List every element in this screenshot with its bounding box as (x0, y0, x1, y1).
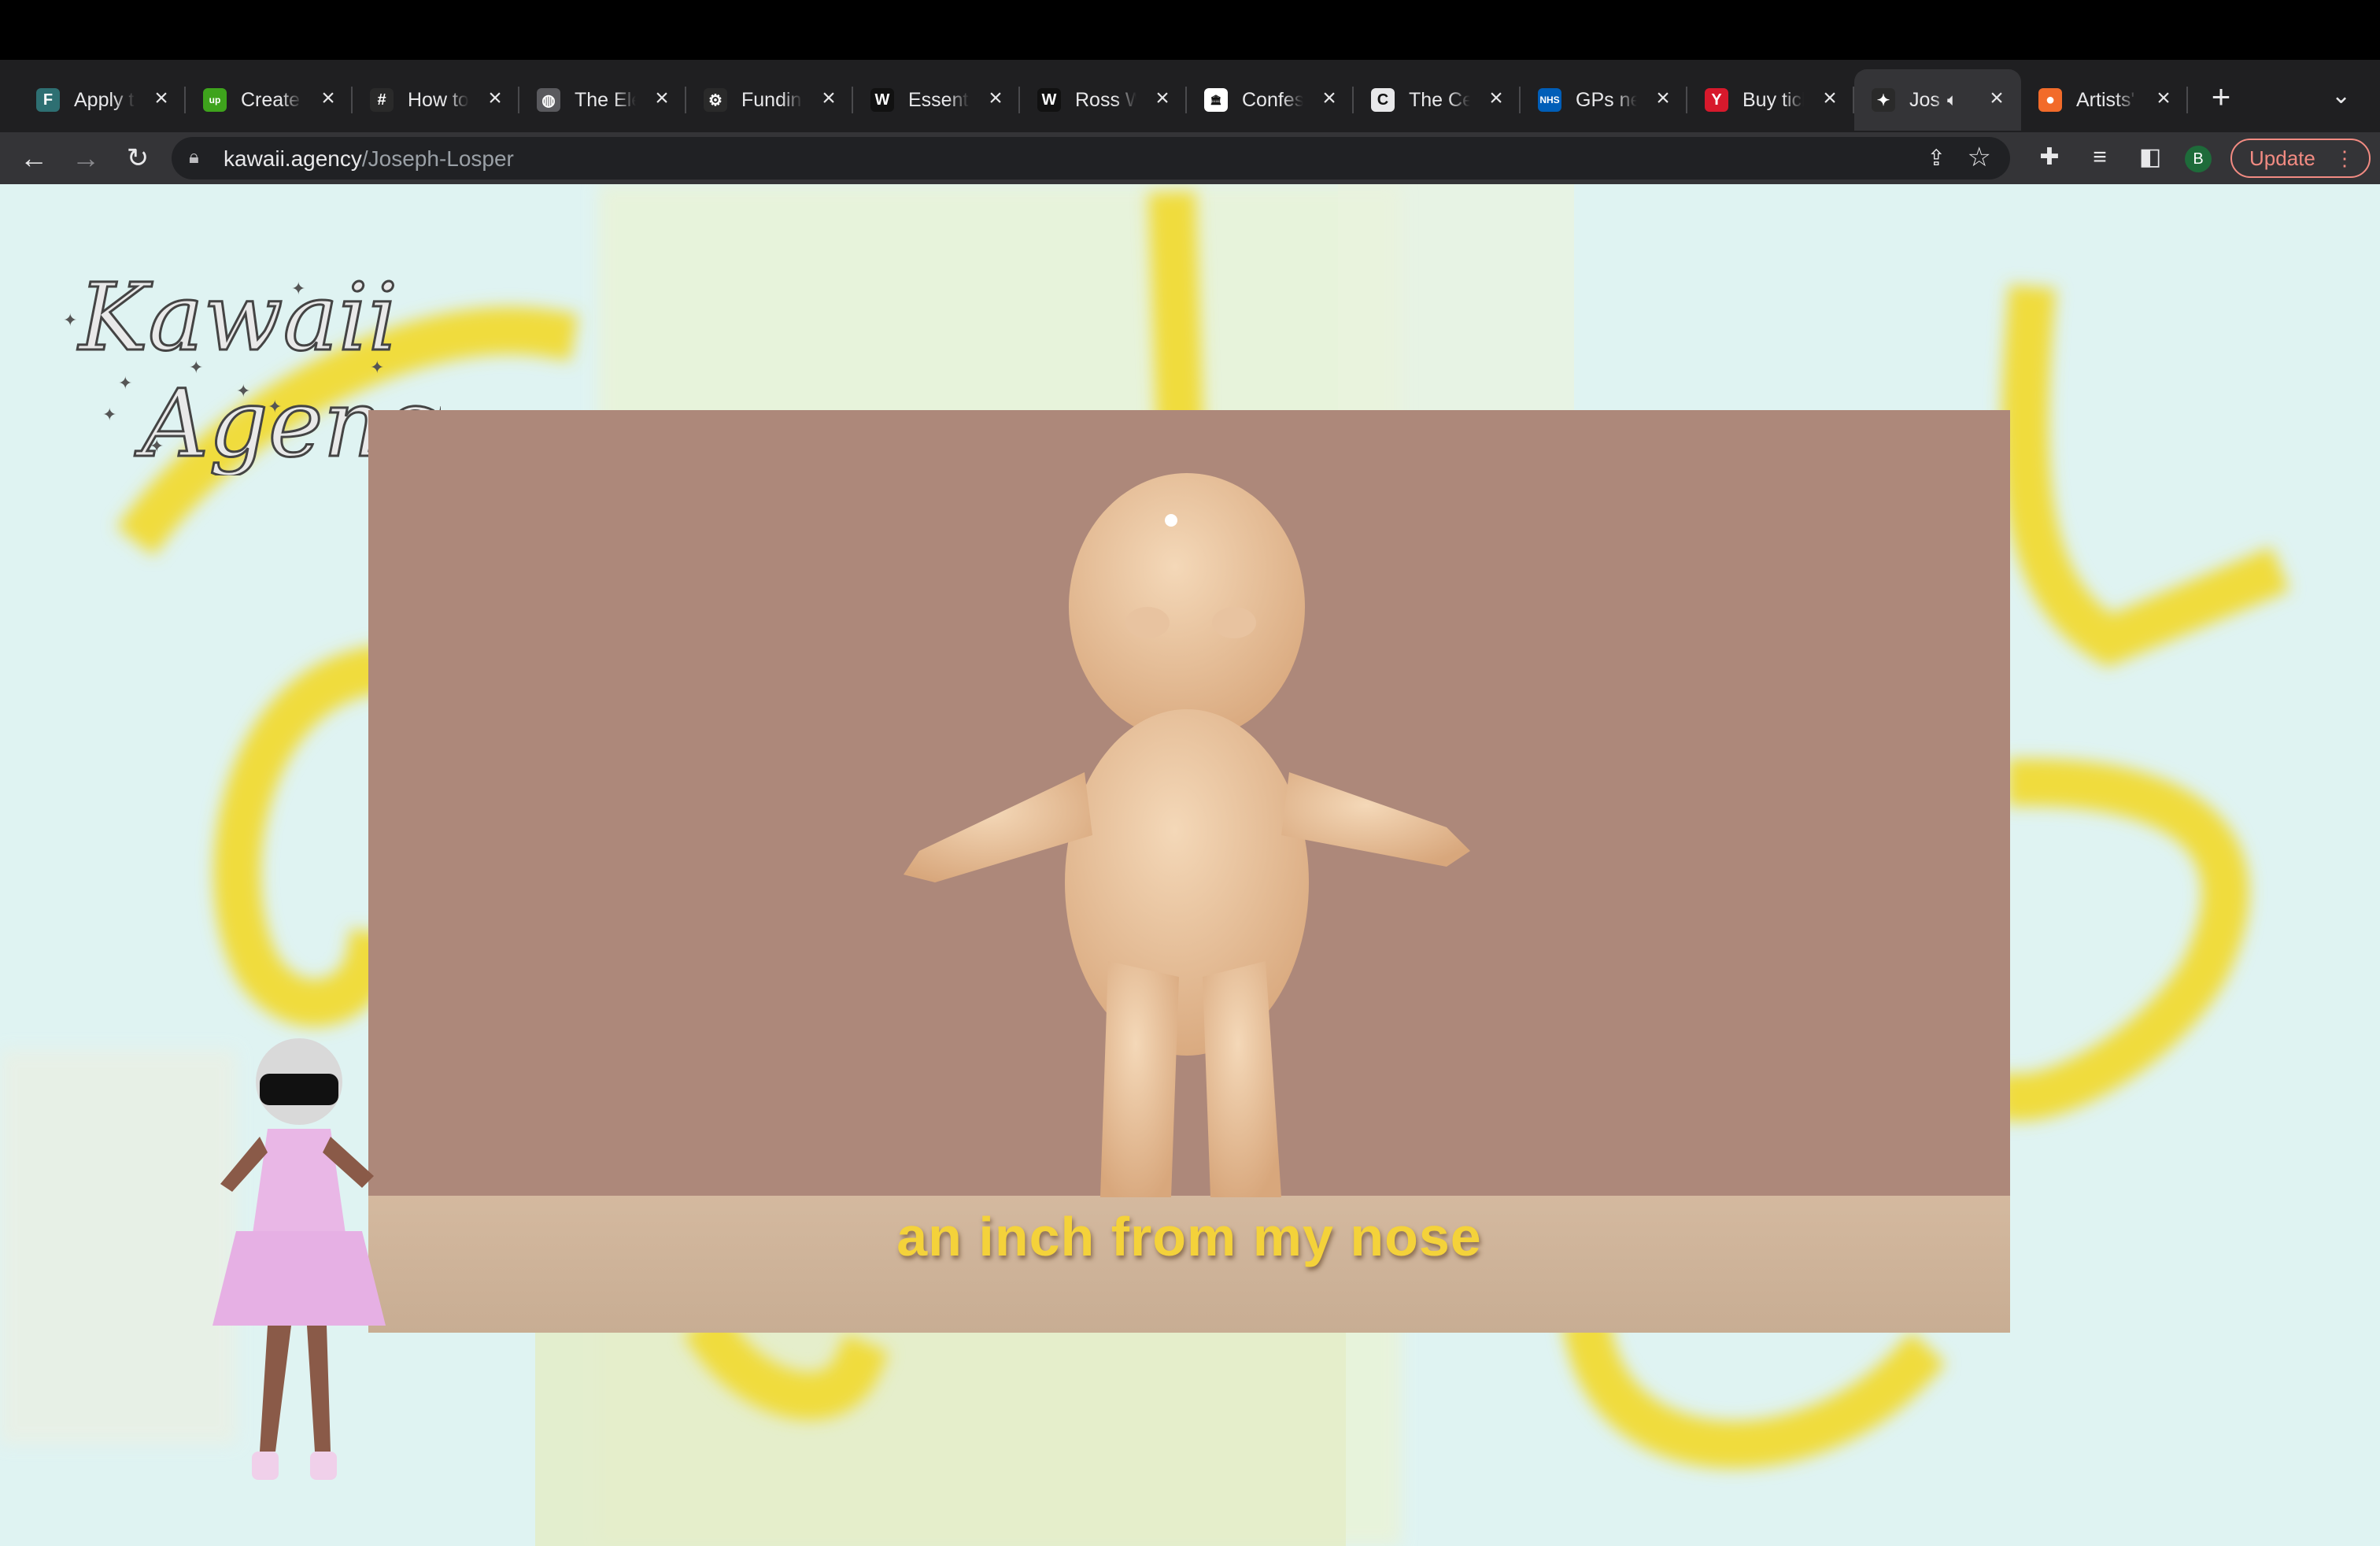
nhs-icon: NHS (1538, 88, 1561, 112)
tab-close-icon[interactable]: × (1651, 87, 1675, 110)
gear-icon: ⚙ (704, 88, 727, 112)
update-button[interactable]: Update ⋮ (2230, 139, 2371, 178)
tab-close-icon[interactable]: × (2152, 87, 2175, 110)
profile-avatar[interactable]: B (2185, 146, 2212, 172)
tab-close-icon[interactable]: × (817, 87, 841, 110)
tab-8[interactable]: 🏛 Confess × (1187, 69, 1354, 131)
page-content: Kawaii Agency ✦✦✦ ✦✦✦ ✦✦✦ (0, 184, 2380, 1546)
tab-title: Essenti (908, 88, 970, 111)
url-domain: kawaii.agency (224, 146, 362, 171)
tab-2[interactable]: up Create y × (186, 69, 353, 131)
brave-icon: ● (2038, 88, 2062, 112)
reload-icon[interactable]: ↻ (120, 140, 156, 176)
extensions-puzzle-icon[interactable]: ✚ (2034, 142, 2065, 173)
tab-9[interactable]: C The Ce × (1354, 69, 1521, 131)
tab-close-icon[interactable]: × (1484, 87, 1508, 110)
museum-icon: 🏛 (1204, 88, 1228, 112)
kebab-menu-icon[interactable]: ⋮ (2334, 140, 2355, 176)
tab-title: Confess (1242, 88, 1303, 111)
tab-separator (2186, 87, 2188, 113)
tab-3[interactable]: # How to × (353, 69, 519, 131)
url-path: /Joseph-Losper (361, 146, 514, 171)
tab-13[interactable]: ● Artists' × (2021, 69, 2188, 131)
tab-title: Apply to (74, 88, 135, 111)
tab-title: Ross W (1075, 88, 1136, 111)
tab-close-icon[interactable]: × (1151, 87, 1174, 110)
video-player[interactable]: an inch from my nose (368, 410, 2010, 1333)
lock-icon: 🔒︎ (189, 146, 199, 168)
tab-close-icon[interactable]: × (316, 87, 340, 110)
tab-close-icon[interactable]: × (1318, 87, 1341, 110)
tab-4[interactable]: ◍ The Ele × (519, 69, 686, 131)
tab-close-icon[interactable]: × (984, 87, 1007, 110)
tab-close-icon[interactable]: × (650, 87, 674, 110)
share-icon[interactable]: ⇪ (1927, 145, 1946, 171)
side-panel-icon[interactable]: ◧ (2134, 142, 2166, 173)
dancing-avatar-figure (213, 1038, 386, 1480)
svg-text:✦: ✦ (236, 382, 250, 401)
tab-close-icon[interactable]: × (1818, 87, 1842, 110)
svg-text:✦: ✦ (268, 398, 282, 417)
svg-text:✦: ✦ (150, 437, 164, 457)
f-letter-icon: F (36, 88, 60, 112)
tab-title: The Ele (575, 88, 636, 111)
tab-11[interactable]: Y Buy tick × (1687, 69, 1854, 131)
tab-12[interactable]: ✦ Jos 🔈︎ × (1854, 69, 2021, 131)
address-bar[interactable]: 🔒︎ kawaii.agency/Joseph-Losper ⇪ ☆ (172, 137, 2010, 179)
browser-toolbar: ← → ↻ 🔒︎ kawaii.agency/Joseph-Losper ⇪ ☆… (0, 132, 2380, 184)
tab-title: Funding (741, 88, 803, 111)
tab-title: GPs ne (1576, 88, 1637, 111)
svg-text:✦: ✦ (63, 311, 77, 331)
tab-search-chevron-icon[interactable]: ⌄ (2331, 82, 2351, 109)
back-arrow-icon[interactable]: ← (16, 140, 52, 176)
tab-5[interactable]: ⚙ Funding × (686, 69, 853, 131)
tab-close-icon[interactable]: × (150, 87, 173, 110)
w-letter-icon: W (870, 88, 894, 112)
video-caption: an inch from my nose (896, 1206, 1482, 1267)
tab-audio-speaker-icon[interactable]: 🔈︎ (1947, 90, 1957, 110)
upwork-icon: up (203, 88, 227, 112)
tab-title: Buy tick (1743, 88, 1804, 111)
media-control-icon[interactable]: ≡ (2084, 142, 2116, 173)
tab-title: Jos (1909, 88, 1940, 111)
new-tab-button[interactable]: + (2204, 77, 2238, 117)
tab-title: The Ce (1409, 88, 1470, 111)
tab-6[interactable]: W Essenti × (853, 69, 1020, 131)
forward-arrow-icon[interactable]: → (68, 140, 104, 176)
c-logo-icon: C (1371, 88, 1395, 112)
w-letter-icon: W (1037, 88, 1061, 112)
tab-10[interactable]: NHS GPs ne × (1521, 69, 1687, 131)
tab-strip: F Apply to × up Create y × # How to × ◍ The Ele × ⚙ F… (0, 60, 2380, 132)
tab-title: Create y (241, 88, 302, 111)
tab-close-icon[interactable]: × (1985, 87, 2009, 110)
y-letter-icon: Y (1705, 88, 1728, 112)
kawaii-icon: ✦ (1872, 88, 1895, 112)
svg-text:✦: ✦ (291, 279, 305, 299)
svg-text:✦: ✦ (189, 358, 203, 378)
update-label: Update (2249, 146, 2315, 170)
url-text[interactable]: kawaii.agency/Joseph-Losper (224, 146, 514, 172)
kewpie-doll-figure (904, 473, 1470, 1197)
hashtag-icon: # (370, 88, 394, 112)
tab-7[interactable]: W Ross W × (1020, 69, 1187, 131)
tab-1[interactable]: F Apply to × (19, 69, 186, 131)
tab-title: Artists' (2076, 88, 2135, 111)
logo-line-1: Kawaii (77, 263, 397, 372)
svg-text:✦: ✦ (118, 374, 132, 394)
tab-close-icon[interactable]: × (483, 87, 507, 110)
bookmark-star-icon[interactable]: ☆ (1968, 142, 1991, 173)
svg-text:✦: ✦ (102, 405, 116, 425)
svg-text:✦: ✦ (370, 358, 384, 378)
tab-title: How to (408, 88, 469, 111)
globe-icon: ◍ (537, 88, 560, 112)
window-titlebar (0, 0, 2380, 60)
